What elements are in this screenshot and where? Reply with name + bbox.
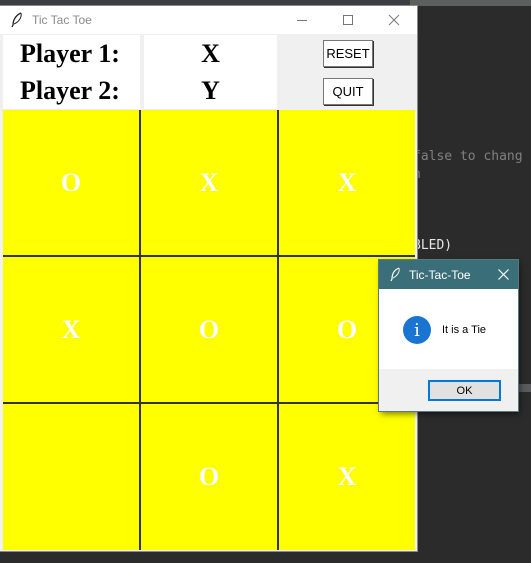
- tie-dialog: Tic-Tac-Toe i It is a Tie OK: [379, 260, 518, 411]
- board-cell-r3c1[interactable]: [3, 404, 139, 550]
- board-cell-r1c1[interactable]: O: [3, 110, 139, 255]
- board-cell-r1c2[interactable]: X: [141, 110, 277, 255]
- tic-tac-toe-window: Tic Tac Toe Player 1: Player 2: X Y RESE…: [0, 6, 417, 551]
- editor-tab[interactable]: [410, 0, 531, 6]
- player-header: Player 1: Player 2: X Y RESET QUIT: [0, 34, 417, 110]
- player1-mark: X: [201, 39, 220, 68]
- window-title: Tic Tac Toe: [32, 13, 92, 27]
- player-marks-panel: X Y: [144, 35, 277, 109]
- dialog-message: It is a Tie: [442, 324, 487, 336]
- maximize-button[interactable]: [325, 6, 371, 34]
- board-cell-r3c2[interactable]: O: [141, 404, 277, 550]
- feather-icon: [11, 12, 22, 28]
- info-icon: i: [403, 316, 431, 344]
- player2-mark: Y: [201, 76, 220, 105]
- feather-icon: [390, 267, 400, 282]
- board-cell-r2c1[interactable]: X: [3, 257, 139, 402]
- minimize-icon: [297, 20, 307, 21]
- dialog-title: Tic-Tac-Toe: [409, 268, 471, 282]
- board-cell-r1c3[interactable]: X: [279, 110, 415, 255]
- player2-label: Player 2:: [20, 76, 120, 105]
- minimize-button[interactable]: [279, 6, 325, 34]
- close-icon: [388, 14, 400, 26]
- board-cell-r2c2[interactable]: O: [141, 257, 277, 402]
- window-titlebar[interactable]: Tic Tac Toe: [0, 6, 417, 34]
- quit-button[interactable]: QUIT: [323, 78, 373, 105]
- reset-button[interactable]: RESET: [323, 40, 373, 67]
- dialog-titlebar[interactable]: Tic-Tac-Toe: [379, 260, 518, 289]
- close-icon: [498, 269, 509, 280]
- player-labels-panel: Player 1: Player 2:: [3, 35, 140, 109]
- dialog-close-button[interactable]: [489, 260, 518, 289]
- board-cell-r3c3[interactable]: X: [279, 404, 415, 550]
- ok-button[interactable]: OK: [428, 380, 501, 401]
- code-line-1: false to chang: [413, 149, 523, 164]
- maximize-icon: [343, 15, 353, 25]
- close-button[interactable]: [371, 6, 417, 34]
- player1-label: Player 1:: [20, 39, 120, 68]
- editor-scrollbar[interactable]: [518, 384, 531, 392]
- code-line-3: BLED): [413, 238, 453, 253]
- game-board: O X X X O O O X: [3, 110, 415, 550]
